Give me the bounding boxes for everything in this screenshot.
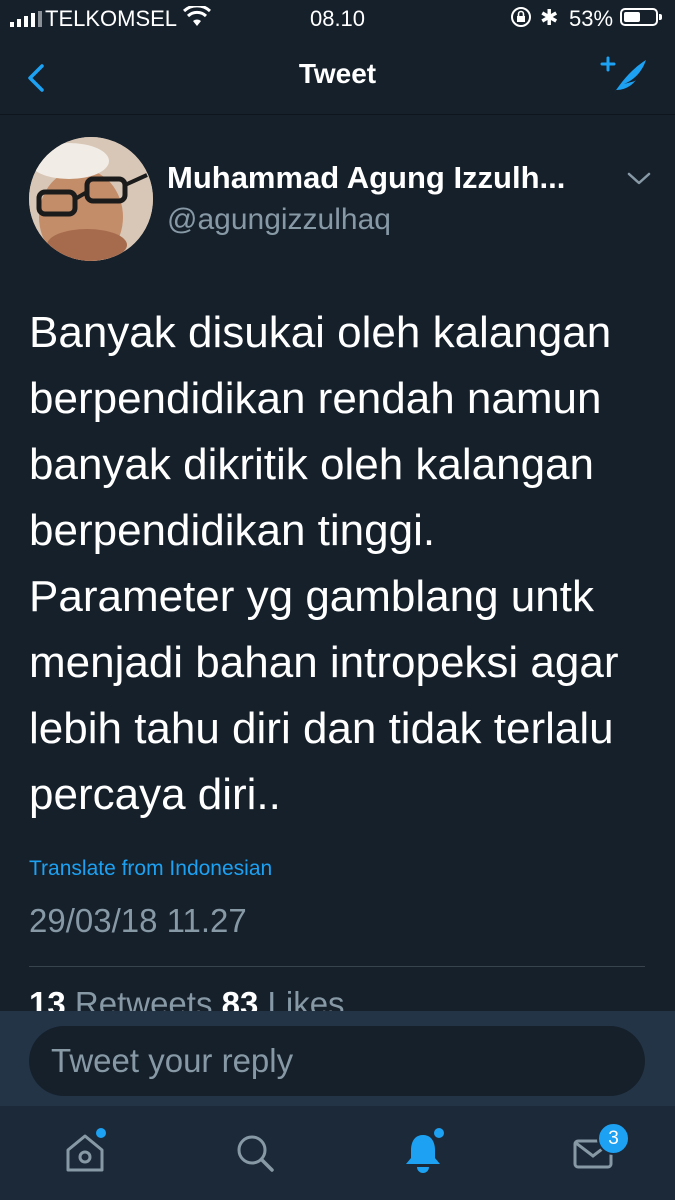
status-bar: TELKOMSEL 08.10 ✱ 53% (0, 0, 675, 38)
tweet-timestamp: 29/03/18 11.27 (29, 902, 247, 939)
author-handle[interactable]: @agungizzulhaq (167, 203, 391, 237)
rotation-lock-icon (511, 7, 531, 27)
author-name[interactable]: Muhammad Agung Izzulh... (167, 160, 565, 196)
tweet-text: Banyak disukai oleh kalangan berpendidik… (29, 308, 619, 819)
chevron-down-icon[interactable] (625, 168, 653, 188)
notifications-unread-dot (434, 1128, 444, 1138)
tweet-stats: 13 Retweets 83 Likes (29, 985, 345, 1011)
reply-bar (0, 1011, 675, 1106)
avatar-photo (29, 137, 153, 261)
reply-input[interactable] (29, 1026, 645, 1096)
retweets-label[interactable]: Retweets (75, 985, 213, 1011)
likes-label[interactable]: Likes (268, 985, 345, 1011)
compose-tweet-icon[interactable] (598, 54, 650, 100)
search-icon[interactable] (232, 1130, 278, 1176)
translate-link[interactable]: Translate from Indonesian (29, 857, 272, 881)
battery-icon (620, 8, 662, 26)
avatar[interactable] (29, 137, 153, 261)
bluetooth-icon: ✱ (540, 5, 559, 30)
divider (29, 966, 645, 967)
battery-percentage: 53% (569, 6, 614, 31)
messages-badge: 3 (597, 1122, 630, 1155)
page-title: Tweet (298, 58, 377, 89)
home-unread-dot (96, 1128, 106, 1138)
likes-count[interactable]: 83 (222, 985, 259, 1011)
retweets-count[interactable]: 13 (29, 985, 66, 1011)
navigation-bar: Tweet (0, 38, 675, 115)
tab-bar (0, 1106, 675, 1200)
